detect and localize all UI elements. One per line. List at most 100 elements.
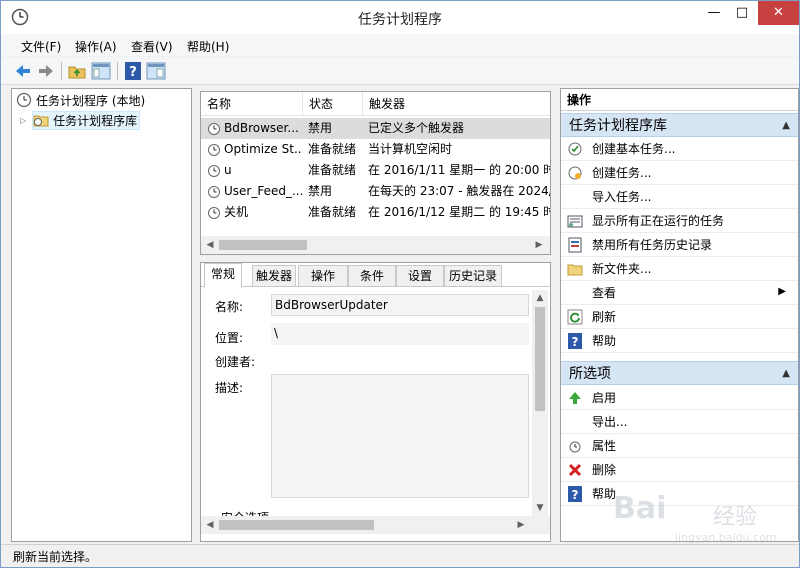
new-folder-icon	[567, 264, 583, 275]
actions-pane: 操作 任务计划程序库 ▲ 创建基本任务... 创建任务... 导入任务... 显…	[560, 88, 799, 542]
action-label: 刷新	[592, 310, 617, 324]
action-delete[interactable]: 删除	[561, 458, 798, 482]
column-header-status[interactable]: 状态	[303, 92, 363, 116]
column-header-trigger[interactable]: 触发器	[363, 92, 550, 116]
tab-conditions[interactable]: 条件	[348, 265, 396, 287]
task-row[interactable]: BdBrowser... 禁用 已定义多个触发器	[201, 118, 550, 139]
running-tasks-icon	[567, 215, 583, 227]
menu-help[interactable]: 帮助(H)	[187, 38, 229, 55]
show-hide-action-pane-icon[interactable]	[146, 61, 166, 81]
task-name: 关机	[224, 205, 249, 219]
action-enable[interactable]: 启用	[561, 386, 798, 410]
action-export[interactable]: 导出...	[561, 410, 798, 434]
action-disable-history[interactable]: 禁用所有任务历史记录	[561, 233, 798, 257]
clock-icon	[208, 185, 220, 198]
section-task-library[interactable]: 任务计划程序库 ▲	[561, 113, 798, 137]
horizontal-scrollbar[interactable]: ◀ ▶	[201, 236, 550, 254]
column-header-name[interactable]: 名称	[201, 92, 303, 116]
tree-item-label: 任务计划程序 (本地)	[36, 93, 146, 108]
scroll-thumb[interactable]	[219, 520, 374, 530]
expand-arrow-icon[interactable]: ▷	[20, 116, 26, 125]
task-row[interactable]: User_Feed_... 禁用 在每天的 23:07 - 触发器在 2024/	[201, 181, 550, 202]
action-refresh[interactable]: 刷新	[561, 305, 798, 329]
description-field[interactable]	[271, 374, 529, 498]
action-label: 导入任务...	[592, 190, 652, 204]
help-icon: ?	[568, 332, 582, 349]
action-label: 帮助	[592, 334, 617, 348]
tree-item-root[interactable]: 任务计划程序 (本地)	[16, 90, 145, 110]
scroll-left-icon[interactable]: ◀	[202, 237, 218, 253]
tab-triggers[interactable]: 触发器	[252, 265, 296, 287]
svg-text:?: ?	[572, 335, 579, 349]
action-view[interactable]: 查看 ▶	[561, 281, 798, 305]
scroll-left-icon[interactable]: ◀	[202, 517, 218, 533]
description-label: 描述:	[215, 381, 244, 395]
back-icon[interactable]	[13, 61, 33, 81]
name-field[interactable]: BdBrowserUpdater	[271, 294, 529, 316]
window-title: 任务计划程序	[358, 12, 442, 28]
show-hide-tree-icon[interactable]	[91, 61, 111, 81]
create-task-icon	[568, 166, 582, 179]
menu-action[interactable]: 操作(A)	[75, 38, 117, 55]
menu-view[interactable]: 查看(V)	[131, 38, 173, 55]
task-trigger: 在 2016/1/11 星期一 的 20:00 时	[368, 163, 550, 177]
maximize-button[interactable]: □	[729, 1, 755, 25]
action-label: 禁用所有任务历史记录	[592, 238, 713, 252]
action-help[interactable]: ? 帮助	[561, 329, 798, 353]
toolbar: ?	[1, 57, 799, 85]
enable-icon	[569, 391, 581, 404]
action-properties[interactable]: 属性	[561, 434, 798, 458]
action-label: 创建任务...	[592, 166, 652, 180]
action-show-running-tasks[interactable]: 显示所有正在运行的任务	[561, 209, 798, 233]
task-row[interactable]: 关机 准备就绪 在 2016/1/12 星期二 的 19:45 时	[201, 202, 550, 223]
task-status: 禁用	[308, 121, 333, 135]
properties-icon	[569, 441, 581, 452]
action-label: 新文件夹...	[592, 262, 652, 276]
task-name: Optimize St...	[224, 142, 303, 156]
tree-item-library[interactable]: ▷ 任务计划程序库	[20, 110, 141, 130]
collapse-arrow-icon[interactable]: ▲	[782, 362, 790, 386]
baidu-watermark: Bai 经验 jingyan.baidu.com	[613, 491, 793, 549]
clock-icon	[208, 206, 220, 219]
help-icon: ?	[568, 485, 582, 502]
horizontal-scrollbar[interactable]: ◀ ▶	[201, 516, 550, 534]
history-icon	[568, 237, 582, 252]
task-row[interactable]: Optimize St... 准备就绪 当计算机空闲时	[201, 139, 550, 160]
action-import-task[interactable]: 导入任务...	[561, 185, 798, 209]
tab-settings[interactable]: 设置	[396, 265, 444, 287]
task-list: 名称 状态 触发器 BdBrowser... 禁用 已定义多个触发器 Optim…	[200, 91, 551, 255]
task-status: 准备就绪	[308, 205, 357, 219]
task-name: u	[224, 163, 232, 177]
collapse-arrow-icon[interactable]: ▲	[782, 114, 790, 138]
scroll-right-icon[interactable]: ▶	[513, 517, 529, 533]
tab-general[interactable]: 常规	[204, 263, 242, 288]
task-trigger: 已定义多个触发器	[368, 121, 465, 135]
close-button[interactable]: ✕	[758, 1, 799, 25]
forward-icon[interactable]	[36, 61, 56, 81]
task-status: 准备就绪	[308, 163, 357, 177]
action-new-folder[interactable]: 新文件夹...	[561, 257, 798, 281]
action-create-task[interactable]: 创建任务...	[561, 161, 798, 185]
scroll-up-icon[interactable]: ▲	[532, 290, 548, 306]
action-create-basic-task[interactable]: 创建基本任务...	[561, 137, 798, 161]
minimize-button[interactable]: —	[701, 1, 727, 25]
vertical-scrollbar[interactable]: ▲ ▼	[532, 290, 548, 516]
scroll-thumb[interactable]	[219, 240, 307, 250]
action-label: 创建基本任务...	[592, 142, 676, 156]
task-name: BdBrowser...	[224, 121, 299, 135]
menu-file[interactable]: 文件(F)	[21, 38, 61, 55]
name-label: 名称:	[215, 300, 244, 314]
help-icon[interactable]: ?	[123, 61, 143, 81]
scroll-down-icon[interactable]: ▼	[532, 500, 548, 516]
scroll-right-icon[interactable]: ▶	[531, 237, 547, 253]
up-folder-icon[interactable]	[67, 61, 87, 81]
task-name: User_Feed_...	[224, 184, 303, 198]
section-selected-item[interactable]: 所选项 ▲	[561, 361, 798, 385]
task-row[interactable]: u 准备就绪 在 2016/1/11 星期一 的 20:00 时	[201, 160, 550, 181]
tab-actions[interactable]: 操作	[298, 265, 348, 287]
tab-history[interactable]: 历史记录	[444, 265, 502, 287]
toolbar-separator	[61, 62, 62, 80]
scroll-thumb[interactable]	[535, 307, 545, 411]
console-tree: 任务计划程序 (本地) ▷ 任务计划程序库	[11, 88, 192, 542]
actions-title: 操作	[561, 89, 798, 111]
